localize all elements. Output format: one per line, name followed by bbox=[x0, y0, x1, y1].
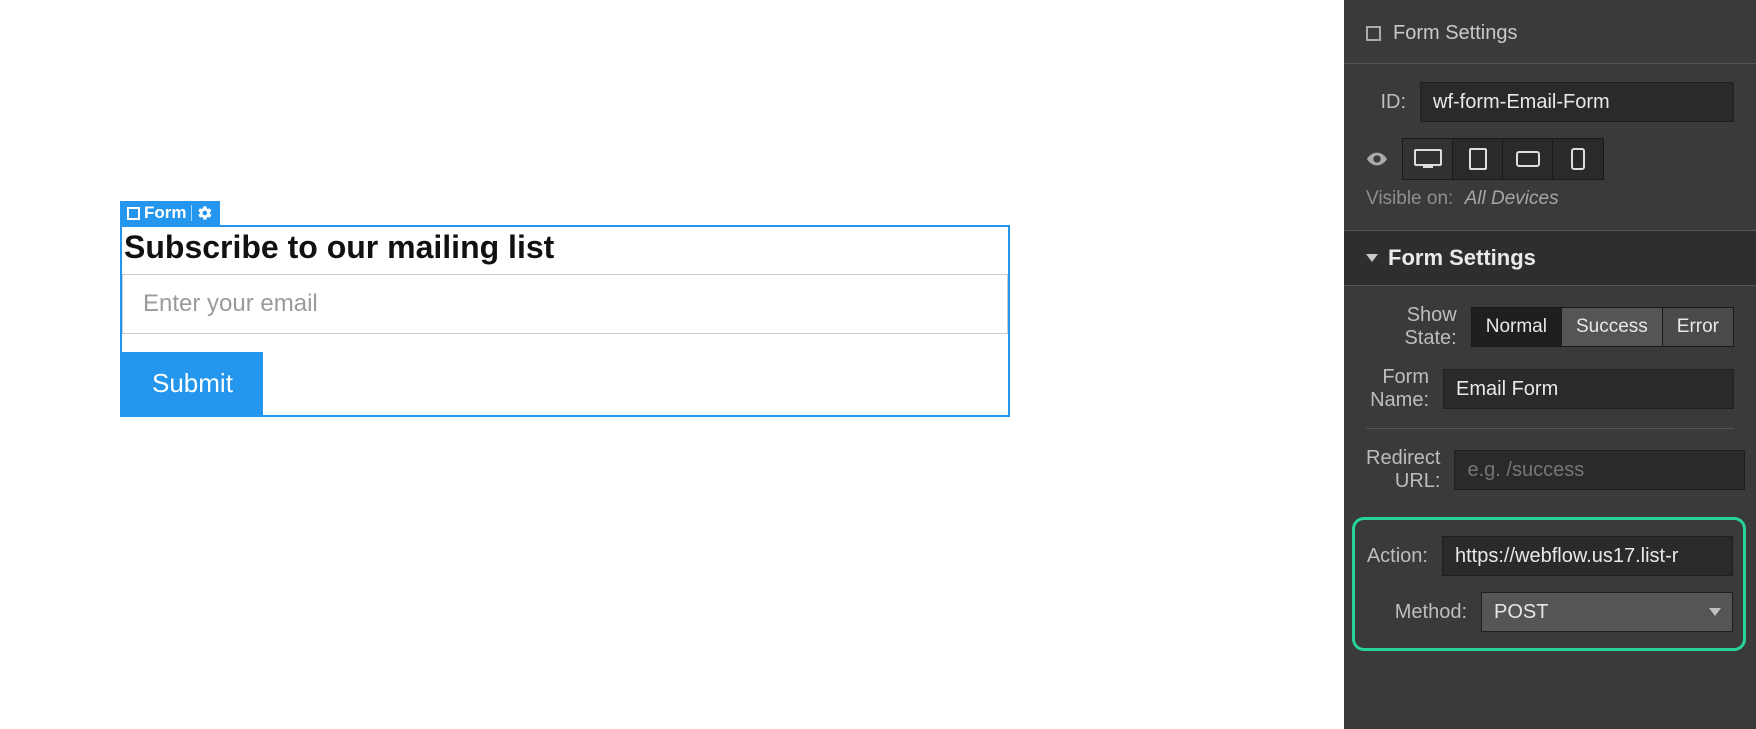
visibility-eye-icon bbox=[1366, 148, 1388, 170]
show-state-error-button[interactable]: Error bbox=[1663, 308, 1733, 346]
visible-on-value: All Devices bbox=[1465, 188, 1559, 209]
form-square-icon bbox=[1366, 26, 1381, 41]
action-method-highlight: Action: Method: bbox=[1352, 517, 1746, 651]
device-visibility-strip bbox=[1402, 138, 1604, 180]
id-label: ID: bbox=[1366, 91, 1406, 114]
selection-tag[interactable]: Form bbox=[120, 201, 220, 225]
show-state-normal-button[interactable]: Normal bbox=[1472, 308, 1562, 346]
form-heading: Subscribe to our mailing list bbox=[122, 227, 1008, 274]
id-input[interactable] bbox=[1420, 82, 1734, 122]
email-input[interactable] bbox=[122, 274, 1008, 334]
redirect-url-input[interactable] bbox=[1454, 450, 1745, 490]
settings-panel: Form Settings ID: bbox=[1344, 0, 1756, 729]
show-state-success-button[interactable]: Success bbox=[1562, 308, 1663, 346]
device-tablet-icon bbox=[1469, 148, 1487, 170]
section-title: Form Settings bbox=[1388, 245, 1536, 271]
selection-tag-label: Form bbox=[144, 203, 187, 223]
panel-header-title: Form Settings bbox=[1393, 22, 1517, 45]
method-value[interactable] bbox=[1481, 592, 1733, 632]
designer-canvas[interactable]: Form Subscribe to our mailing list Submi… bbox=[0, 0, 1344, 729]
selection-settings-button[interactable] bbox=[191, 205, 218, 221]
method-select[interactable] bbox=[1481, 592, 1733, 632]
form-name-label: Form Name: bbox=[1366, 366, 1429, 412]
gear-icon bbox=[197, 205, 213, 221]
device-desktop-icon bbox=[1414, 149, 1442, 169]
show-state-label: Show State: bbox=[1366, 304, 1457, 350]
panel-header: Form Settings bbox=[1344, 0, 1756, 64]
divider bbox=[1366, 428, 1734, 429]
form-settings-section-header[interactable]: Form Settings bbox=[1344, 230, 1756, 286]
submit-button[interactable]: Submit bbox=[122, 352, 263, 415]
method-label: Method: bbox=[1355, 601, 1467, 624]
form-block[interactable]: Subscribe to our mailing list Submit bbox=[120, 225, 1010, 417]
device-phone-button[interactable] bbox=[1553, 139, 1603, 179]
device-landscape-icon bbox=[1516, 151, 1540, 167]
device-desktop-button[interactable] bbox=[1403, 139, 1453, 179]
caret-down-icon bbox=[1366, 254, 1378, 262]
action-input[interactable] bbox=[1442, 536, 1733, 576]
form-name-input[interactable] bbox=[1443, 369, 1734, 409]
action-label: Action: bbox=[1355, 545, 1428, 568]
redirect-url-label: Redirect URL: bbox=[1366, 447, 1440, 493]
device-phone-icon bbox=[1571, 148, 1585, 170]
visible-on-label: Visible on: bbox=[1366, 188, 1453, 209]
form-square-icon bbox=[122, 207, 144, 220]
device-tablet-button[interactable] bbox=[1453, 139, 1503, 179]
device-landscape-button[interactable] bbox=[1503, 139, 1553, 179]
show-state-group: Normal Success Error bbox=[1471, 307, 1734, 347]
